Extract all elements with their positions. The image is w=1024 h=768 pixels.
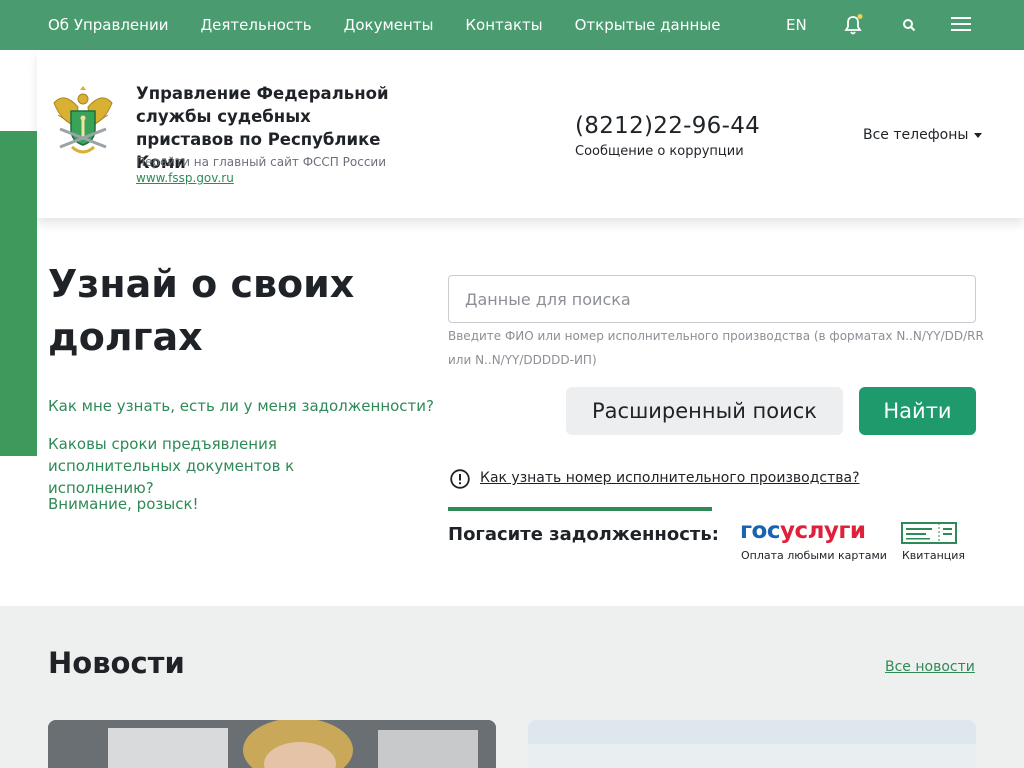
search-hint: Введите ФИО или номер исполнительного пр… <box>448 329 984 367</box>
news-title: Новости <box>48 646 185 680</box>
how-to-find-number-link[interactable]: Как узнать номер исполнительного произво… <box>480 470 860 486</box>
nav-item-about[interactable]: Об Управлении <box>48 16 168 34</box>
pay-debt-label: Погасите задолженность: <box>448 524 719 545</box>
gosuslugi-caption: Оплата любыми картами <box>741 549 887 562</box>
all-news-link[interactable]: Все новости <box>885 659 975 675</box>
find-button[interactable]: Найти <box>859 387 976 435</box>
faq-link-wanted[interactable]: Внимание, розыск! <box>48 493 199 515</box>
decorative-green-bar <box>0 131 37 456</box>
gosuslugi-logo[interactable]: госуслуги <box>740 518 866 544</box>
gosuslugi-logo-part1: гос <box>740 518 780 544</box>
main-site-caption: Перейти на главный сайт ФССП России <box>136 155 387 169</box>
debt-search-input[interactable] <box>448 275 976 323</box>
debt-section-title: Узнай о своих долгах <box>48 262 355 359</box>
all-phones-dropdown[interactable]: Все телефоны <box>863 127 983 143</box>
corruption-report-link[interactable]: Сообщение о коррупции <box>575 144 744 159</box>
news-photo-1 <box>48 720 496 768</box>
advanced-search-button[interactable]: Расширенный поиск <box>566 387 843 435</box>
top-navigation: Об Управлении Деятельность Документы Кон… <box>0 0 1024 50</box>
main-menu: Об Управлении Деятельность Документы Кон… <box>0 0 752 50</box>
caret-down-icon <box>974 132 983 138</box>
search-icon[interactable] <box>902 18 916 32</box>
pay-divider <box>448 507 712 511</box>
nav-item-contacts[interactable]: Контакты <box>465 16 542 34</box>
news-card-image-2[interactable] <box>528 720 976 768</box>
nav-item-activity[interactable]: Деятельность <box>200 16 311 34</box>
gosuslugi-logo-part2: услуги <box>779 518 866 544</box>
receipt-caption: Квитанция <box>902 549 966 562</box>
nav-item-documents[interactable]: Документы <box>344 16 434 34</box>
fssp-emblem-logo[interactable] <box>50 85 116 161</box>
nav-item-open-data[interactable]: Открытые данные <box>575 16 721 34</box>
news-card-image-1[interactable] <box>48 720 496 768</box>
faq-link-deadlines[interactable]: Каковы сроки предъявления исполнительных… <box>48 433 398 499</box>
menu-icon[interactable] <box>951 16 971 32</box>
bell-icon[interactable] <box>843 14 863 36</box>
exclamation-icon <box>450 469 470 489</box>
faq-link-check-debts[interactable]: Как мне узнать, есть ли у меня задолженн… <box>48 395 434 417</box>
all-phones-label: Все телефоны <box>863 127 969 143</box>
main-site-link[interactable]: www.fssp.gov.ru <box>136 171 234 185</box>
phone-number[interactable]: (8212)22-96-44 <box>575 113 760 139</box>
receipt-icon[interactable] <box>901 521 957 545</box>
news-photo-2 <box>528 720 976 768</box>
language-switch[interactable]: EN <box>786 16 807 34</box>
